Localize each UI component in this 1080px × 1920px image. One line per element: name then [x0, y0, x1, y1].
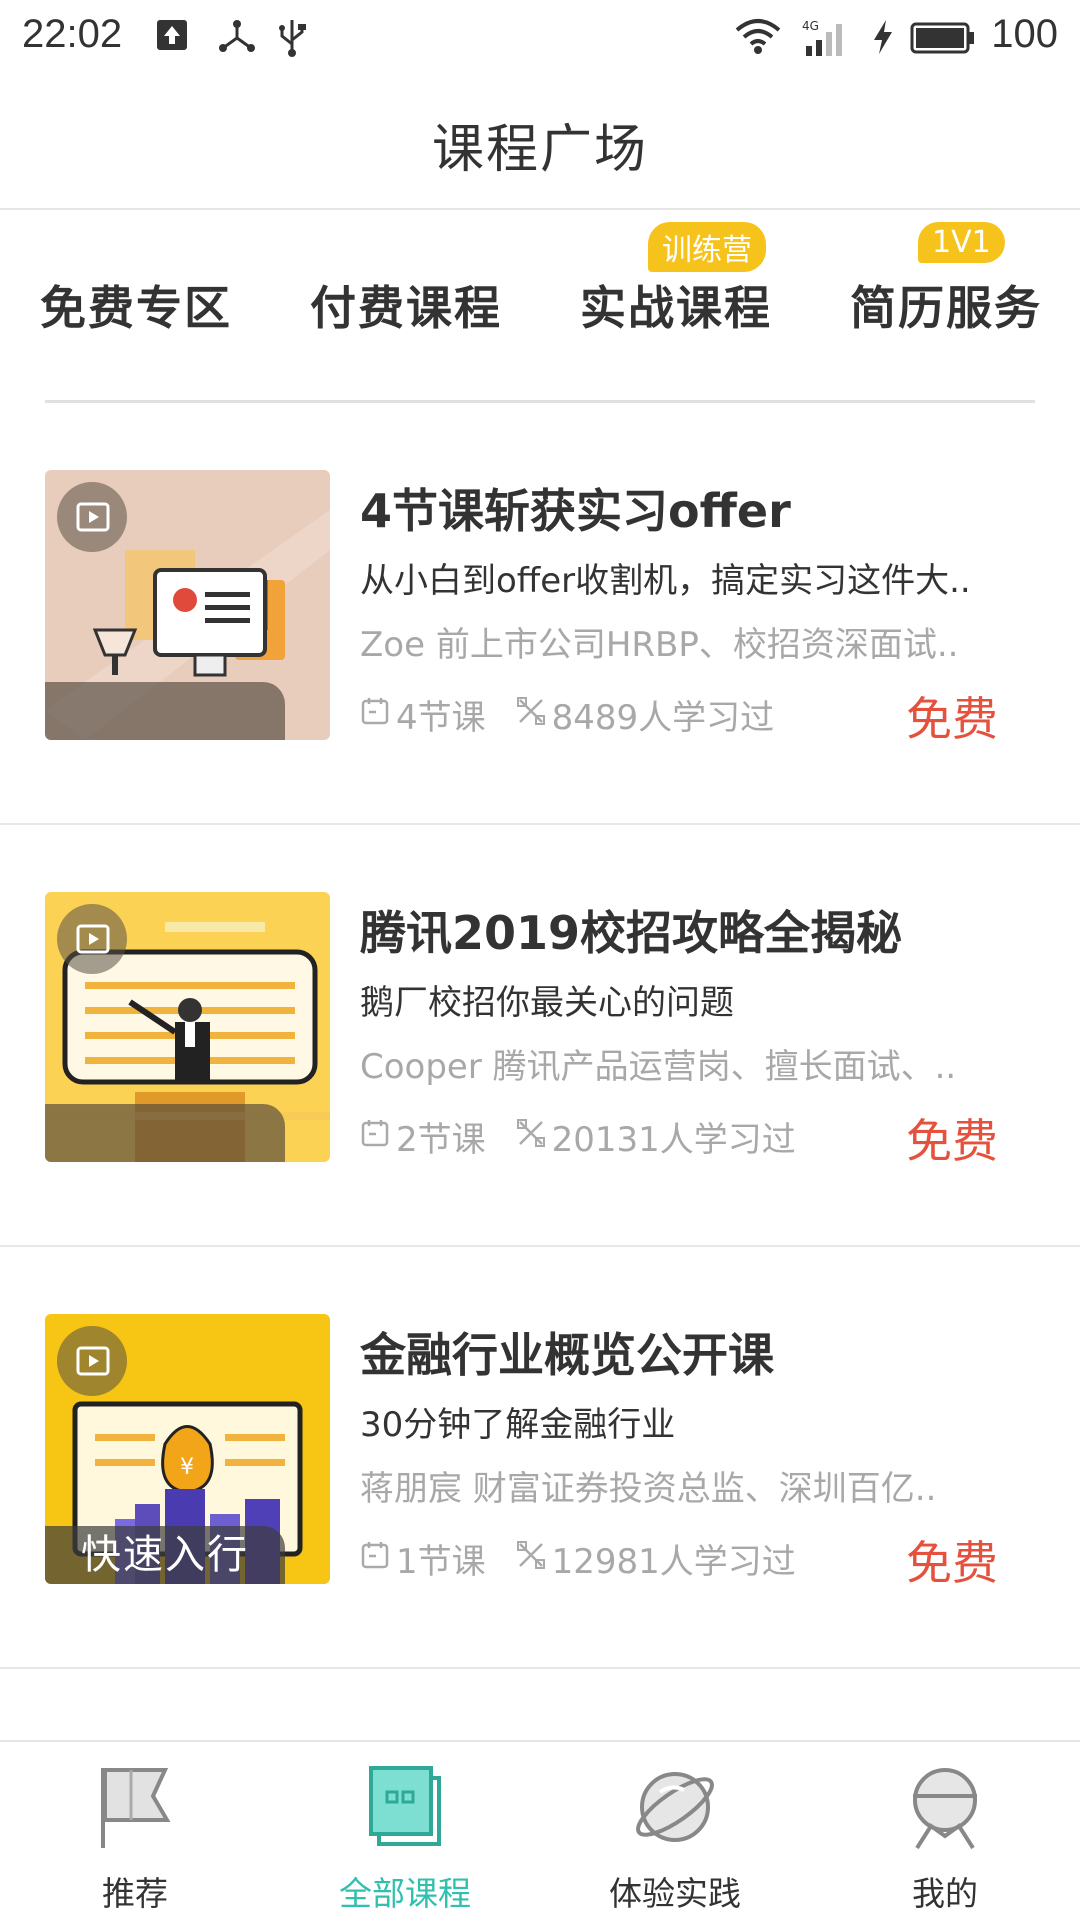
- tab-free[interactable]: 免费专区: [34, 272, 238, 338]
- course-subtitle: 从小白到offer收割机，搞定实习这件大..: [360, 561, 971, 601]
- nav-all-courses[interactable]: 全部课程: [270, 1742, 540, 1920]
- course-meta: 2节课 20131人学习过: [360, 1112, 796, 1161]
- nav-practice[interactable]: 体验实践: [540, 1742, 810, 1920]
- battery-icon: [910, 22, 976, 58]
- page-title: 课程广场: [431, 120, 648, 180]
- tab-label: 免费专区: [40, 281, 232, 335]
- course-thumbnail: [45, 470, 330, 740]
- play-icon: [57, 482, 127, 552]
- tab-label: 付费课程: [310, 281, 502, 335]
- course-book-icon: [365, 1762, 445, 1856]
- thumbnail-tag: 快速入行: [45, 1526, 285, 1584]
- learner-count: 20131人学习过: [551, 1120, 796, 1160]
- thumbnail-overlay: [45, 682, 285, 740]
- course-meta: 1节课 12981人学习过: [360, 1534, 796, 1583]
- course-teacher: 蒋朋宸 财富证券投资总监、深圳百亿..: [360, 1469, 937, 1509]
- course-subtitle: 30分钟了解金融行业: [360, 1405, 676, 1445]
- course-teacher: Cooper 腾讯产品运营岗、擅长面试、..: [360, 1047, 957, 1087]
- course-card[interactable]: 腾讯2019校招攻略全揭秘 鹅厂校招你最关心的问题 Cooper 腾讯产品运营岗…: [0, 827, 1080, 1247]
- share-icon: [218, 18, 256, 58]
- course-title: 腾讯2019校招攻略全揭秘: [360, 906, 903, 960]
- tab-label: 简历服务: [850, 281, 1042, 335]
- battery-level: 100: [991, 12, 1058, 56]
- course-card[interactable]: ¥ 快速入行 金融行业概览公开课 30分钟了解金融行业 蒋朋宸 财富证券投资总监…: [0, 1249, 1080, 1669]
- calendar-icon: [360, 1117, 396, 1157]
- course-teacher: Zoe 前上市公司HRBP、校招资深面试..: [360, 625, 959, 665]
- course-price: 免费: [906, 1536, 998, 1590]
- status-bar: 22:02 4G 100: [0, 0, 1080, 75]
- svg-text:¥: ¥: [180, 1455, 194, 1480]
- tab-paid[interactable]: 付费课程: [310, 272, 502, 338]
- header: 课程广场: [0, 75, 1080, 210]
- course-price: 免费: [906, 692, 998, 746]
- bottom-nav: 推荐 全部课程 体验实践 我的: [0, 1740, 1080, 1920]
- play-icon: [57, 1326, 127, 1396]
- thumbnail-overlay: [45, 1104, 285, 1162]
- learner-count: 8489人学习过: [551, 698, 775, 738]
- course-thumbnail: [45, 892, 330, 1162]
- tabs-divider: [45, 400, 1035, 403]
- user-helmet-icon: [903, 1762, 987, 1856]
- nav-mine[interactable]: 我的: [810, 1742, 1080, 1920]
- course-meta: 4节课 8489人学习过: [360, 690, 774, 739]
- charging-icon: [870, 18, 896, 60]
- learner-count: 12981人学习过: [551, 1542, 796, 1582]
- course-price: 免费: [906, 1114, 998, 1168]
- upload-icon: [155, 18, 189, 56]
- category-tabs: 免费专区 付费课程 训练营 实战课程 1V1 简历服务: [0, 212, 1080, 402]
- nav-label: 全部课程: [339, 1874, 471, 1913]
- course-thumbnail: ¥ 快速入行: [45, 1314, 330, 1584]
- lesson-count: 2节课: [396, 1120, 486, 1160]
- signal-4g-icon: 4G: [800, 18, 852, 62]
- tab-label: 实战课程: [580, 281, 772, 335]
- lesson-count: 1节课: [396, 1542, 486, 1582]
- planet-icon: [632, 1762, 718, 1856]
- wifi-icon: [735, 18, 781, 60]
- course-title: 金融行业概览公开课: [360, 1328, 774, 1382]
- calendar-icon: [360, 695, 396, 735]
- svg-text:4G: 4G: [802, 19, 819, 33]
- learners-icon: [516, 1117, 552, 1157]
- learners-icon: [516, 1539, 552, 1579]
- course-card[interactable]: 4节课斩获实习offer 从小白到offer收割机，搞定实习这件大.. Zoe …: [0, 405, 1080, 825]
- course-subtitle: 鹅厂校招你最关心的问题: [360, 983, 734, 1023]
- nav-label: 推荐: [102, 1874, 168, 1913]
- tab-resume[interactable]: 简历服务: [850, 272, 1042, 338]
- lesson-count: 4节课: [396, 698, 486, 738]
- nav-recommend[interactable]: 推荐: [0, 1742, 270, 1920]
- flag-icon: [95, 1762, 175, 1856]
- play-icon: [57, 904, 127, 974]
- nav-label: 体验实践: [609, 1874, 741, 1913]
- calendar-icon: [360, 1539, 396, 1579]
- usb-icon: [275, 18, 309, 62]
- course-title: 4节课斩获实习offer: [360, 484, 791, 538]
- nav-label: 我的: [912, 1874, 978, 1913]
- learners-icon: [516, 695, 552, 735]
- tab-badge-1v1: 1V1: [918, 222, 1005, 263]
- tab-practice[interactable]: 实战课程: [580, 272, 772, 338]
- tab-badge-camp: 训练营: [648, 222, 766, 272]
- status-time: 22:02: [22, 12, 123, 56]
